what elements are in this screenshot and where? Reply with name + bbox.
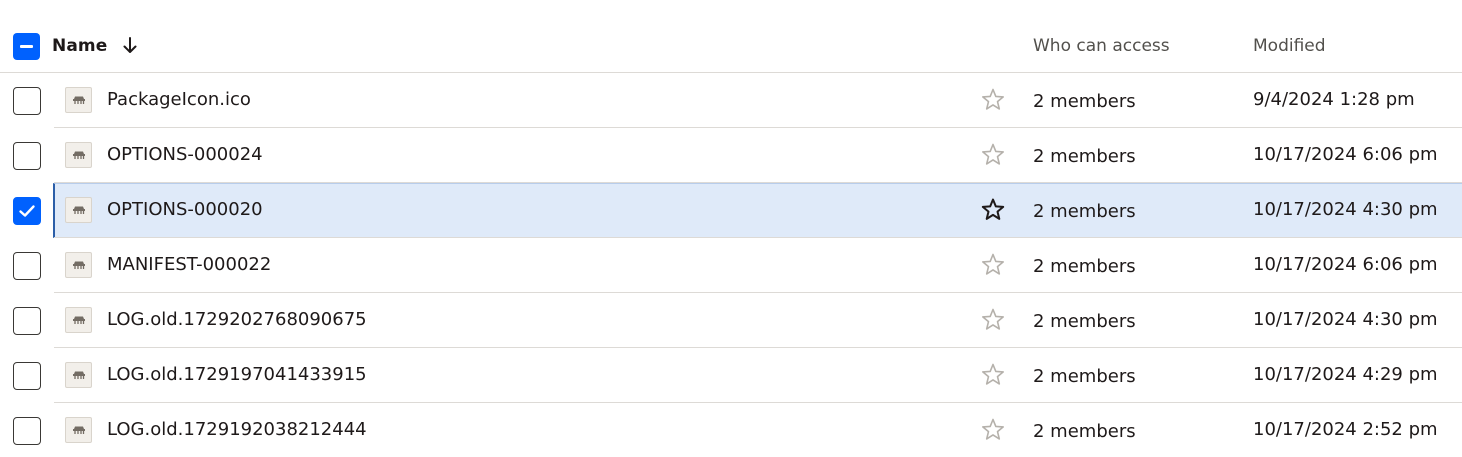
file-table: Name Who can access Modified PackageIcon… [0,0,1462,457]
file-name[interactable]: LOG.old.1729197041433915 [107,364,367,385]
row-checkbox[interactable] [13,252,41,280]
access-members[interactable]: 2 members [1033,256,1136,277]
table-row[interactable]: PackageIcon.ico 2 members 9/4/2024 1:28 … [0,73,1462,128]
row-checkbox[interactable] [13,142,41,170]
row-checkbox[interactable] [13,87,41,115]
select-all-checkbox[interactable] [13,33,40,60]
row-highlight [53,183,1462,238]
row-checkbox[interactable] [13,417,41,445]
row-checkbox[interactable] [13,307,41,335]
column-header-modified[interactable]: Modified [1253,36,1326,56]
access-members[interactable]: 2 members [1033,311,1136,332]
file-icon [65,197,92,223]
star-icon[interactable] [980,142,1006,168]
access-members[interactable]: 2 members [1033,366,1136,387]
star-icon[interactable] [980,87,1006,113]
file-icon [65,142,92,168]
star-icon[interactable] [980,197,1006,223]
indeterminate-dash-icon [20,45,33,48]
file-name[interactable]: LOG.old.1729192038212444 [107,419,367,440]
file-icon [65,307,92,333]
file-icon [65,252,92,278]
access-members[interactable]: 2 members [1033,421,1136,442]
file-name[interactable]: OPTIONS-000020 [107,199,263,220]
file-name[interactable]: MANIFEST-000022 [107,254,271,275]
modified-date: 10/17/2024 4:30 pm [1253,309,1438,330]
access-members[interactable]: 2 members [1033,91,1136,112]
table-row[interactable]: LOG.old.1729202768090675 2 members 10/17… [0,293,1462,348]
file-icon [65,362,92,388]
table-header: Name Who can access Modified [0,18,1462,73]
star-icon[interactable] [980,307,1006,333]
star-icon[interactable] [980,252,1006,278]
column-header-access[interactable]: Who can access [1033,36,1170,56]
arrow-down-icon[interactable] [121,36,139,56]
table-row[interactable]: OPTIONS-000024 2 members 10/17/2024 6:06… [0,128,1462,183]
star-icon[interactable] [980,362,1006,388]
star-icon[interactable] [980,417,1006,443]
modified-date: 10/17/2024 6:06 pm [1253,144,1438,165]
column-header-name[interactable]: Name [52,36,107,56]
modified-date: 10/17/2024 2:52 pm [1253,419,1438,440]
file-name[interactable]: LOG.old.1729202768090675 [107,309,367,330]
modified-date: 10/17/2024 4:29 pm [1253,364,1438,385]
file-icon [65,87,92,113]
row-checkbox[interactable] [13,362,41,390]
file-name[interactable]: PackageIcon.ico [107,89,251,110]
modified-date: 10/17/2024 6:06 pm [1253,254,1438,275]
modified-date: 9/4/2024 1:28 pm [1253,89,1415,110]
modified-date: 10/17/2024 4:30 pm [1253,199,1438,220]
table-row[interactable]: MANIFEST-000022 2 members 10/17/2024 6:0… [0,238,1462,293]
table-row[interactable]: LOG.old.1729192038212444 2 members 10/17… [0,403,1462,457]
access-members[interactable]: 2 members [1033,201,1136,222]
row-checkbox[interactable] [13,197,41,225]
table-row[interactable]: LOG.old.1729197041433915 2 members 10/17… [0,348,1462,403]
access-members[interactable]: 2 members [1033,146,1136,167]
file-icon [65,417,92,443]
table-row[interactable]: OPTIONS-000020 2 members 10/17/2024 4:30… [0,183,1462,238]
checkmark-icon [19,205,35,217]
file-name[interactable]: OPTIONS-000024 [107,144,263,165]
